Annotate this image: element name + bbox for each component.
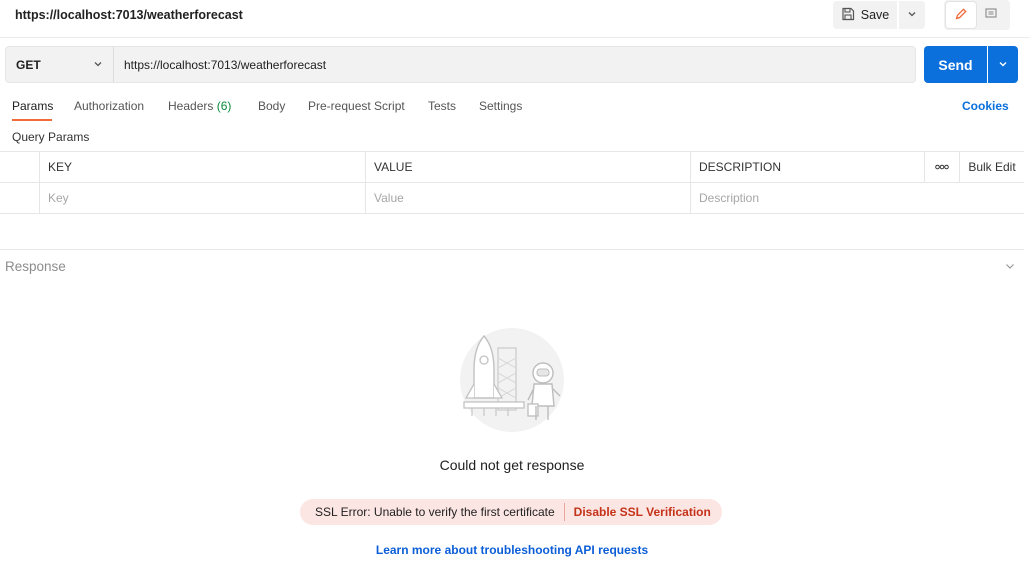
query-params-label: Query Params	[12, 130, 90, 144]
save-group: Save	[833, 1, 925, 29]
chevron-down-icon[interactable]	[1004, 260, 1016, 275]
bulk-edit-button[interactable]: Bulk Edit	[959, 152, 1024, 182]
response-panel-header[interactable]: Response	[0, 249, 1024, 283]
param-value-input[interactable]: Value	[365, 183, 690, 213]
chevron-down-icon	[907, 8, 917, 22]
tab-tests[interactable]: Tests	[428, 99, 456, 113]
table-header-row: KEY VALUE DESCRIPTION Bulk Edit	[0, 152, 1024, 183]
disable-ssl-verification-link[interactable]: Disable SSL Verification	[574, 505, 711, 519]
param-key-input[interactable]: Key	[39, 183, 365, 213]
column-header-value: VALUE	[365, 152, 690, 182]
headers-count-badge: (6)	[216, 99, 232, 113]
edit-pencil-icon	[954, 7, 968, 24]
request-header: https://localhost:7013/weatherforecast S…	[0, 0, 1030, 38]
method-select[interactable]: GET	[6, 47, 114, 82]
comments-button[interactable]	[976, 2, 1006, 28]
save-icon	[841, 7, 855, 24]
param-description-input[interactable]: Description	[690, 183, 1024, 213]
more-options-icon[interactable]	[924, 152, 959, 182]
tab-settings[interactable]: Settings	[479, 99, 522, 113]
chevron-down-icon	[93, 58, 103, 72]
edit-mode-button[interactable]	[946, 2, 976, 28]
send-options-button[interactable]	[988, 46, 1018, 83]
tab-prerequest-script[interactable]: Pre-request Script	[308, 99, 405, 113]
column-header-description: DESCRIPTION	[690, 152, 924, 182]
divider	[563, 503, 565, 521]
save-button[interactable]: Save	[833, 1, 897, 29]
send-group: Send	[924, 46, 1018, 83]
tab-params[interactable]: Params	[12, 99, 53, 113]
query-params-table: KEY VALUE DESCRIPTION Bulk Edit Key Valu…	[0, 151, 1024, 214]
method-label: GET	[16, 57, 41, 72]
view-toggle	[944, 0, 1010, 30]
ssl-error-text: SSL Error: Unable to verify the first ce…	[315, 505, 555, 519]
column-header-key: KEY	[39, 152, 365, 182]
url-input[interactable]	[114, 47, 915, 82]
request-tabs: Params Authorization Headers (6) Body Pr…	[0, 96, 1030, 122]
troubleshooting-link[interactable]: Learn more about troubleshooting API req…	[0, 543, 1024, 557]
ssl-error-banner: SSL Error: Unable to verify the first ce…	[300, 499, 722, 525]
send-button[interactable]: Send	[924, 46, 987, 83]
url-bar: GET	[5, 46, 916, 83]
table-row: Key Value Description	[0, 183, 1024, 214]
no-response-message: Could not get response	[439, 457, 585, 473]
cookies-link[interactable]: Cookies	[962, 99, 1009, 113]
rocket-astronaut-illustration	[450, 328, 570, 433]
active-tab-indicator	[12, 119, 52, 121]
comment-icon	[984, 7, 998, 24]
save-label: Save	[860, 8, 890, 22]
save-options-button[interactable]	[899, 1, 925, 29]
tab-headers-label: Headers	[168, 99, 214, 113]
request-title[interactable]: https://localhost:7013/weatherforecast	[15, 8, 243, 22]
tab-body[interactable]: Body	[258, 99, 285, 113]
tab-headers[interactable]: Headers (6)	[168, 99, 231, 113]
tab-authorization[interactable]: Authorization	[74, 99, 144, 113]
response-title: Response	[5, 259, 66, 274]
chevron-down-icon	[998, 58, 1008, 72]
